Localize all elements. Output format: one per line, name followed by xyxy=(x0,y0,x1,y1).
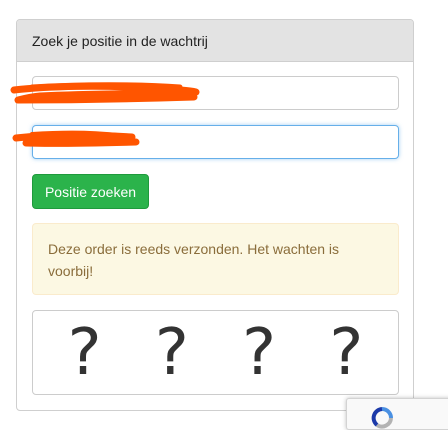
captcha-symbol-3: ? xyxy=(242,315,277,390)
panel-title: Zoek je positie in de wachtrij xyxy=(17,20,413,62)
queue-panel: Zoek je positie in de wachtrij Positie z… xyxy=(16,19,414,411)
captcha-box: ? ? ? ? xyxy=(32,310,399,395)
postcode-input[interactable] xyxy=(32,125,399,159)
captcha-symbol-2: ? xyxy=(154,315,189,390)
order-input[interactable] xyxy=(32,76,399,110)
captcha-symbol-1: ? xyxy=(67,315,102,390)
captcha-symbol-4: ? xyxy=(329,315,364,390)
alert-message: Deze order is reeds verzonden. Het wacht… xyxy=(32,223,399,295)
recaptcha-icon xyxy=(371,407,393,429)
recaptcha-badge[interactable] xyxy=(346,398,448,430)
search-position-button[interactable]: Positie zoeken xyxy=(32,174,149,209)
